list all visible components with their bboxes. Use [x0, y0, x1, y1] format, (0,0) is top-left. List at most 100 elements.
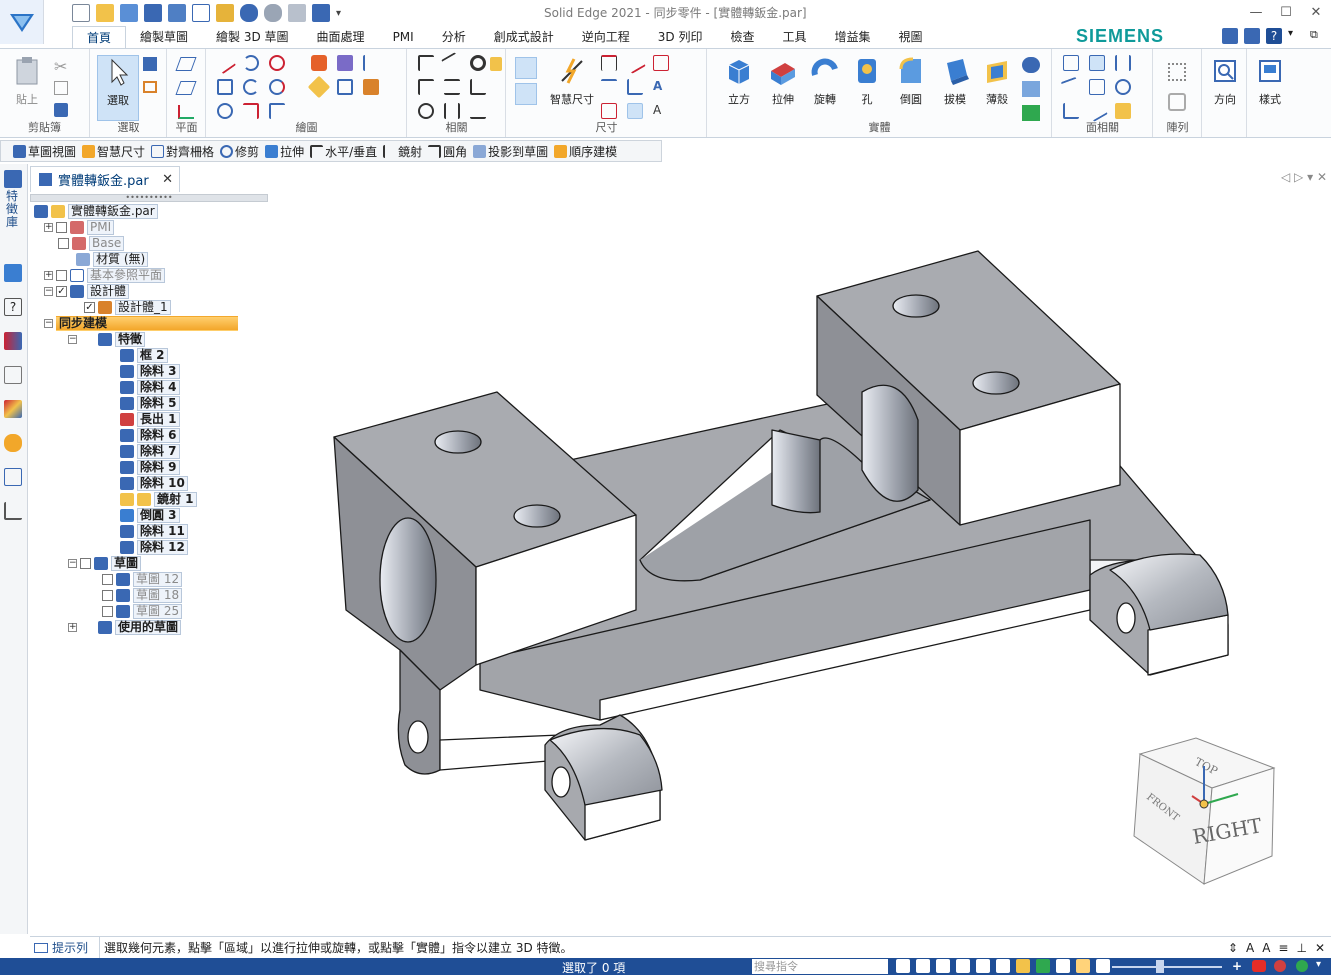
tree-feature-item[interactable]: 除料 11: [120, 524, 188, 539]
circle-icon[interactable]: [217, 103, 233, 119]
symmetric-icon[interactable]: [444, 103, 460, 119]
symmetric-diameter-icon[interactable]: [653, 55, 669, 71]
draft-button[interactable]: 拔模: [934, 55, 976, 107]
parts-library-icon[interactable]: [4, 366, 22, 384]
round-button[interactable]: 倒圓: [890, 55, 932, 107]
tree-feature-item[interactable]: 除料 12: [120, 540, 188, 555]
tree-feature-item[interactable]: 除料 3: [120, 364, 180, 379]
tree-feature-item[interactable]: 除料 4: [120, 380, 180, 395]
tree-sketch-item[interactable]: 草圖 25: [102, 604, 183, 619]
smart-dimension-button[interactable]: 智慧尺寸: [545, 55, 599, 107]
tree-design-body-1[interactable]: ✓ 設計體_1: [84, 300, 171, 315]
tab-surfacing[interactable]: 曲面處理: [303, 26, 379, 48]
tree-sketch-item[interactable]: 草圖 18: [102, 588, 183, 603]
mirror-icon[interactable]: [363, 55, 379, 71]
orient-button[interactable]: 方向: [1204, 55, 1246, 107]
parallel-face-icon[interactable]: [1089, 55, 1105, 71]
coordinate-dimension-icon[interactable]: [601, 79, 617, 95]
visibility-checkbox[interactable]: ✓: [84, 302, 95, 313]
settings-icon[interactable]: ≡: [1278, 941, 1288, 955]
close-document-icon[interactable]: [216, 4, 234, 22]
tab-reverse-engineering[interactable]: 逆向工程: [568, 26, 644, 48]
document-nav[interactable]: ◁ ▷ ▾ ✕: [1281, 170, 1327, 184]
visibility-checkbox[interactable]: [102, 574, 113, 585]
document-tab[interactable]: 實體轉鈑金.par ✕: [30, 166, 180, 192]
concentric-face-icon[interactable]: [1115, 79, 1131, 95]
horizontal-vertical-icon[interactable]: [418, 79, 434, 95]
feature-library-label[interactable]: 特徵庫: [6, 190, 20, 229]
cursor-icon[interactable]: [312, 4, 330, 22]
coincident-plane-icon[interactable]: [175, 57, 197, 71]
lock-icon[interactable]: [490, 57, 502, 71]
tree-feature-item[interactable]: 除料 6: [120, 428, 180, 443]
layers-icon[interactable]: [4, 264, 22, 282]
tree-root[interactable]: 實體轉鈑金.par: [34, 204, 158, 219]
prompt-label[interactable]: 提示列: [30, 937, 100, 958]
angular-coordinate-icon[interactable]: [627, 79, 643, 95]
zoom-icon[interactable]: [936, 959, 950, 973]
graphics-window[interactable]: TOP FRONT RIGHT: [270, 196, 1331, 934]
key-icon[interactable]: [4, 434, 22, 452]
pan-icon[interactable]: [976, 959, 990, 973]
tree-sketch-item[interactable]: 草圖 12: [102, 572, 183, 587]
tree-feature-item[interactable]: 除料 9: [120, 460, 180, 475]
add-body-icon[interactable]: [1022, 81, 1040, 97]
display-mode-icon[interactable]: [1076, 959, 1090, 973]
tab-3d-sketch[interactable]: 繪製 3D 草圖: [202, 26, 303, 48]
collapse-icon[interactable]: −: [68, 559, 77, 568]
save-icon[interactable]: [144, 4, 162, 22]
visibility-checkbox[interactable]: [58, 238, 69, 249]
face-lock-icon[interactable]: [1115, 103, 1131, 119]
community-icon[interactable]: [1296, 960, 1308, 972]
extend-icon[interactable]: [269, 103, 285, 119]
arc-icon[interactable]: [243, 55, 259, 71]
tree-base[interactable]: Base: [58, 236, 125, 251]
offset-face-icon[interactable]: [1089, 79, 1105, 95]
shaded-icon[interactable]: [1016, 959, 1030, 973]
tab-3d-print[interactable]: 3D 列印: [644, 26, 717, 48]
fillet-icon[interactable]: [243, 103, 259, 119]
tree-feature-item[interactable]: 倒圓 3: [120, 508, 180, 523]
revolve-button[interactable]: 旋轉: [804, 55, 846, 107]
help-panel-icon[interactable]: ?: [4, 298, 22, 316]
prompt-close-icon[interactable]: ✕: [1315, 941, 1325, 955]
tree-ref-planes[interactable]: + 基本參照平面: [44, 268, 166, 283]
tree-feature-item[interactable]: 框 2: [120, 348, 168, 363]
cmd-trim[interactable]: 修剪: [220, 143, 259, 160]
zoom-in-icon[interactable]: +: [1232, 959, 1242, 973]
format-painter-icon[interactable]: [54, 103, 68, 117]
save-all-icon[interactable]: [168, 4, 186, 22]
document-close-icon[interactable]: ✕: [162, 172, 173, 187]
named-view-icon[interactable]: [1036, 959, 1050, 973]
fit-all-icon[interactable]: [956, 959, 970, 973]
tab-tools[interactable]: 工具: [768, 26, 820, 48]
tree-feature-item[interactable]: 除料 7: [120, 444, 180, 459]
distance-between-icon[interactable]: [601, 55, 617, 71]
paste-button[interactable]: 貼上: [6, 55, 48, 107]
annotation-icon[interactable]: A: [653, 103, 669, 119]
thin-wall-button[interactable]: 薄殼: [976, 55, 1018, 107]
close-button[interactable]: ✕: [1301, 0, 1331, 26]
open-file-icon[interactable]: [96, 4, 114, 22]
ribbon-collapse-icon[interactable]: ▾: [1288, 28, 1304, 44]
expand-icon[interactable]: +: [44, 223, 53, 232]
coplanar-icon[interactable]: [1063, 55, 1079, 71]
zoom-slider[interactable]: [1112, 966, 1222, 968]
scale-icon[interactable]: [337, 79, 353, 95]
tangent-face-icon[interactable]: [1060, 76, 1082, 98]
cmd-horizontal-vertical[interactable]: 水平/垂直: [310, 143, 377, 160]
visibility-checkbox[interactable]: [80, 558, 91, 569]
pathfinder-icon[interactable]: [4, 170, 22, 188]
maximize-button[interactable]: ☐: [1271, 0, 1301, 26]
parallel-icon[interactable]: [441, 52, 463, 74]
equal-icon[interactable]: [444, 79, 460, 95]
filter-icon[interactable]: [143, 57, 157, 71]
solid-options-icon[interactable]: [1022, 57, 1040, 73]
tab-inspect-analysis[interactable]: 分析: [428, 26, 480, 48]
font-increase-icon[interactable]: A: [1246, 941, 1254, 955]
view-orient-icon[interactable]: [1056, 959, 1070, 973]
cmd-snap-grid[interactable]: 對齊柵格: [151, 143, 214, 160]
collinear-icon[interactable]: [470, 103, 486, 119]
tree-design-body[interactable]: − ✓ 設計體: [44, 284, 130, 299]
command-search-input[interactable]: 搜尋指令: [752, 959, 888, 974]
